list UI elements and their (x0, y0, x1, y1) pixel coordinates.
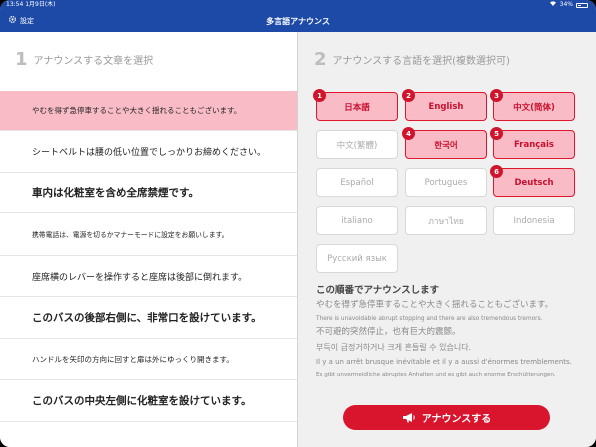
order-badge: 3 (490, 89, 503, 102)
sentence-item-3[interactable]: 車内は化粧室を含め全席禁煙です。 (0, 173, 297, 213)
sentence-item-2[interactable]: シートベルトは腰の低い位置でしっかりお締めください。 (0, 131, 297, 173)
announce-button[interactable]: アナウンスする (343, 405, 550, 430)
sentence-text: シートベルトは腰の低い位置でしっかりお締めください。 (32, 148, 267, 158)
announce-button-label: アナウンスする (421, 414, 492, 425)
lang-button-korean[interactable]: 4 한국어 (402, 127, 487, 159)
step1-title: アナウンスする文章を選択 (33, 56, 154, 67)
lang-button-chinese-simplified[interactable]: 3 中文(简体) (490, 89, 575, 121)
sentence-text: やむを得ず急停車することや大きく揺れることもございます。 (32, 106, 242, 115)
lang-button-french[interactable]: 5 Français (490, 127, 575, 159)
lang-button-spanish[interactable]: Español (316, 168, 398, 197)
lang-label: Deutsch (514, 177, 554, 188)
lang-button-portuguese[interactable]: Portugues (405, 168, 487, 197)
nav-bar: 設定 多言語アナウンス (0, 10, 596, 32)
lang-button-japanese[interactable]: 1 日本語 (313, 89, 398, 121)
status-time: 13:54 1月9日(木) (6, 1, 56, 8)
sentence-text: このバスの中央左側に化粧室を設けています。 (32, 395, 252, 407)
battery-icon (576, 2, 588, 8)
sentence-text: ハンドルを矢印の方向に回すと扉は外にゆっくり開きます。 (32, 354, 234, 364)
lang-button-russian[interactable]: Русский язык (316, 244, 398, 273)
sentence-item-7[interactable]: ハンドルを矢印の方向に回すと扉は外にゆっくり開きます。 (0, 339, 297, 380)
app-screen: 13:54 1月9日(木) 34% 設定 多言語アナウンス 1 アナウンスする文… (0, 0, 596, 447)
lang-button-indonesian[interactable]: Indonesia (493, 206, 575, 235)
lang-label: Español (340, 177, 374, 188)
page-title: 多言語アナウンス (266, 17, 330, 26)
sentence-text: 座席横のレバーを操作すると座席は後部に倒れます。 (32, 272, 248, 283)
order-badge: 6 (490, 165, 503, 178)
wifi-icon (549, 0, 557, 10)
sentence-panel: 1 アナウンスする文章を選択 やむを得ず急停車することや大きく揺れることもござい… (0, 32, 306, 447)
step2-number: 2 (314, 49, 327, 70)
sentence-list: やむを得ず急停車することや大きく揺れることもございます。 シートベルトは腰の低い… (0, 91, 306, 422)
order-badge: 1 (313, 89, 326, 102)
lang-label: Русский язык (327, 253, 387, 264)
lang-label: italiano (341, 215, 373, 226)
status-bar: 13:54 1月9日(木) 34% (0, 0, 596, 10)
lang-label: 中文(简体) (513, 102, 555, 113)
status-right: 34% (549, 0, 588, 10)
preview-line-zh: 不可避的突然停止，也有巨大的震颤。 (316, 327, 461, 337)
sentence-item-5[interactable]: 座席横のレバーを操作すると座席は後部に倒れます。 (0, 256, 297, 297)
sentence-text: 車内は化粧室を含め全席禁煙です。 (32, 187, 199, 199)
order-badge: 5 (490, 127, 503, 140)
sentence-item-6[interactable]: このバスの後部右側に、非常口を設けています。 (0, 297, 297, 339)
sentence-item-1[interactable]: やむを得ず急停車することや大きく揺れることもございます。 (0, 91, 306, 131)
lang-button-italian[interactable]: italiano (316, 206, 398, 235)
lang-label: 日本語 (344, 102, 370, 113)
battery-percent: 34% (559, 1, 573, 8)
sentence-item-4[interactable]: 携帯電話は、電源を切るかマナーモードに設定をお願いします。 (0, 213, 297, 256)
preview-line-ja: やむを得ず急停車することや大きく揺れることもございます。 (316, 300, 554, 310)
preview-line-fr: Il y a un arrêt brusque inévitable et il… (316, 358, 572, 366)
step1-number: 1 (15, 49, 28, 70)
order-badge: 2 (402, 89, 415, 102)
lang-button-german[interactable]: 6 Deutsch (490, 165, 575, 197)
lang-label: Français (514, 139, 554, 150)
lang-label: Portugues (424, 177, 468, 188)
language-panel: 2 アナウンスする言語を選択(複数選択可) 1 日本語 2 English 3 … (298, 32, 596, 447)
lang-label: English (428, 101, 464, 112)
announcement-preview: やむを得ず急停車することや大きく揺れることもございます。 There is un… (316, 298, 586, 381)
lang-button-chinese-traditional[interactable]: 中文(繁體) (316, 130, 398, 159)
sentence-text: このバスの後部右側に、非常口を設けています。 (32, 312, 262, 324)
step1-header: 1 アナウンスする文章を選択 (15, 49, 153, 70)
lang-label: 한국어 (434, 140, 458, 151)
sentence-item-8[interactable]: このバスの中央左側に化粧室を設けています。 (0, 380, 297, 422)
lang-button-thai[interactable]: ภาษาไทย (405, 206, 487, 235)
preview-line-de: Es gibt unvermeidliche abruptes Anhalten… (316, 372, 556, 378)
lang-button-english[interactable]: 2 English (402, 89, 487, 121)
order-badge: 4 (402, 127, 415, 140)
preview-line-en: There is unavoidable abrupt stopping and… (316, 316, 543, 322)
lang-label: Indonesia (513, 215, 555, 226)
preview-title: この順番でアナウンスします (316, 285, 440, 296)
lang-label: ภาษาไทย (428, 216, 464, 227)
preview-line-ko: 부득이 급정거하거나 크게 흔들릴 수 있습니다. (316, 343, 472, 352)
lang-label: 中文(繁體) (336, 140, 378, 151)
step2-header: 2 アナウンスする言語を選択(複数選択可) (314, 49, 510, 70)
step2-title: アナウンスする言語を選択(複数選択可) (332, 56, 510, 67)
megaphone-icon (402, 413, 415, 423)
sentence-text: 携帯電話は、電源を切るかマナーモードに設定をお願いします。 (32, 231, 229, 239)
